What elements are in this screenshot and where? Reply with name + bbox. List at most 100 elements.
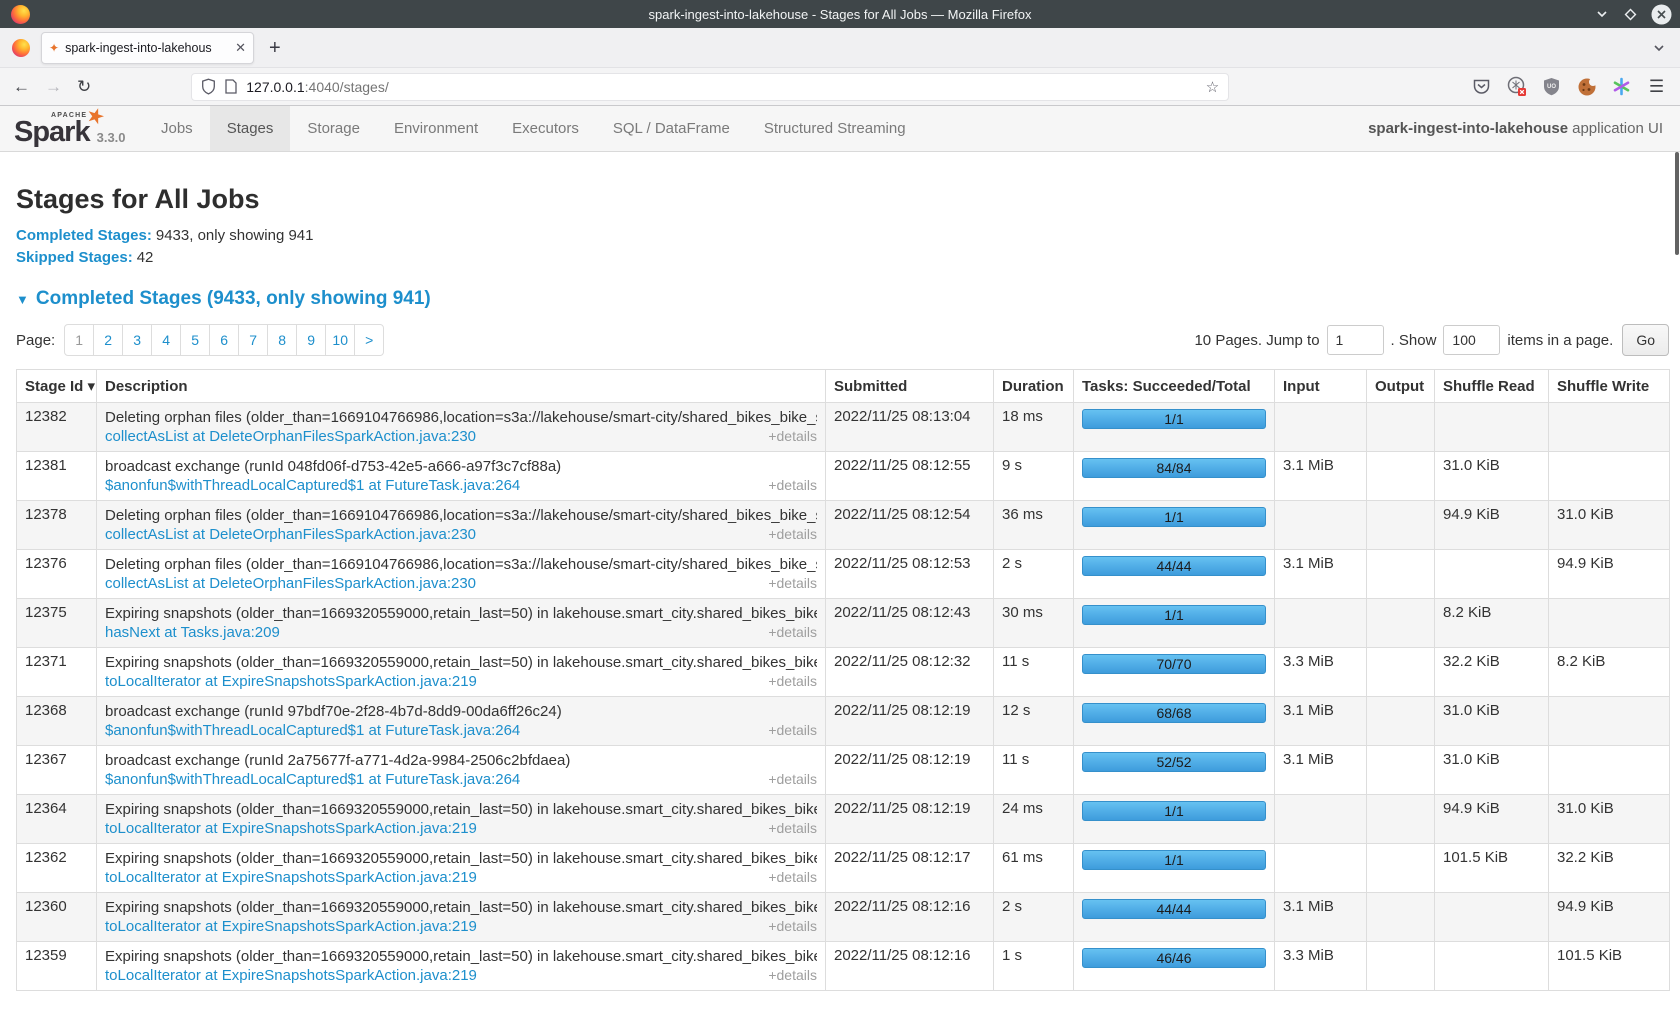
- shield-icon[interactable]: [201, 78, 216, 95]
- stage-callsite-link[interactable]: toLocalIterator at ExpireSnapshotsSparkA…: [105, 672, 477, 691]
- table-header-row: Stage Id ▾DescriptionSubmittedDurationTa…: [17, 370, 1670, 403]
- page-button-5[interactable]: 5: [180, 324, 210, 356]
- details-toggle[interactable]: +details: [768, 476, 817, 495]
- details-toggle[interactable]: +details: [768, 917, 817, 936]
- page-button-9[interactable]: 9: [296, 324, 326, 356]
- details-toggle[interactable]: +details: [768, 574, 817, 593]
- stage-callsite-link[interactable]: hasNext at Tasks.java:209: [105, 623, 280, 642]
- page-info-icon[interactable]: [225, 79, 237, 94]
- spark-logo[interactable]: APACHE Spark ★ 3.3.0: [0, 106, 122, 151]
- details-toggle[interactable]: +details: [768, 819, 817, 838]
- stage-callsite-link[interactable]: collectAsList at DeleteOrphanFilesSparkA…: [105, 574, 476, 593]
- cookie-icon[interactable]: [1576, 76, 1597, 97]
- completed-stages-section-header[interactable]: ▼ Completed Stages (9433, only showing 9…: [16, 288, 1669, 310]
- jump-to-page-input[interactable]: [1327, 325, 1384, 355]
- page-content: Stages for All Jobs Completed Stages:943…: [16, 184, 1669, 991]
- new-tab-button[interactable]: +: [269, 38, 281, 58]
- column-header[interactable]: Duration: [994, 370, 1074, 403]
- close-icon[interactable]: [1651, 4, 1672, 25]
- svg-text:UO: UO: [1547, 84, 1556, 90]
- column-header[interactable]: Shuffle Write: [1549, 370, 1670, 403]
- stage-callsite-link[interactable]: toLocalIterator at ExpireSnapshotsSparkA…: [105, 917, 477, 936]
- stage-callsite-link[interactable]: $anonfun$withThreadLocalCaptured$1 at Fu…: [105, 770, 520, 789]
- nav-item-structured-streaming[interactable]: Structured Streaming: [747, 106, 923, 151]
- reload-button[interactable]: ↻: [77, 78, 91, 95]
- minimize-icon[interactable]: [1594, 6, 1610, 22]
- page-button-10[interactable]: 10: [325, 324, 355, 356]
- list-tabs-chevron-icon[interactable]: [1651, 40, 1667, 56]
- url-bar[interactable]: 127.0.0.1:4040/stages/ ☆: [191, 73, 1229, 101]
- shuffle-write-cell: 31.0 KiB: [1549, 795, 1670, 844]
- ublock-shield-icon[interactable]: UO: [1541, 76, 1562, 97]
- page-button-1[interactable]: 1: [64, 324, 94, 356]
- duration-cell: 2 s: [994, 550, 1074, 599]
- stage-callsite-link[interactable]: $anonfun$withThreadLocalCaptured$1 at Fu…: [105, 476, 520, 495]
- nav-item-executors[interactable]: Executors: [495, 106, 596, 151]
- column-header[interactable]: Submitted: [826, 370, 994, 403]
- details-toggle[interactable]: +details: [768, 770, 817, 789]
- table-row: 12368broadcast exchange (runId 97bdf70e-…: [17, 697, 1670, 746]
- maximize-icon[interactable]: [1623, 7, 1638, 22]
- browser-tab[interactable]: ✦ spark-ingest-into-lakehous ✕: [41, 32, 254, 64]
- column-header[interactable]: Description: [97, 370, 826, 403]
- input-cell: [1275, 795, 1367, 844]
- submitted-cell: 2022/11/25 08:12:17: [826, 844, 994, 893]
- pocket-icon[interactable]: [1471, 76, 1492, 97]
- details-toggle[interactable]: +details: [768, 623, 817, 642]
- application-name: spark-ingest-into-lakehouse: [1368, 120, 1568, 137]
- page-button-4[interactable]: 4: [151, 324, 181, 356]
- column-header[interactable]: Tasks: Succeeded/Total: [1074, 370, 1275, 403]
- firefox-view-icon[interactable]: [12, 39, 30, 57]
- input-cell: 3.3 MiB: [1275, 648, 1367, 697]
- nav-item-storage[interactable]: Storage: [290, 106, 377, 151]
- column-header[interactable]: Shuffle Read: [1435, 370, 1549, 403]
- column-header[interactable]: Output: [1367, 370, 1435, 403]
- stage-callsite-link[interactable]: $anonfun$withThreadLocalCaptured$1 at Fu…: [105, 721, 520, 740]
- details-toggle[interactable]: +details: [768, 427, 817, 446]
- column-header[interactable]: Input: [1275, 370, 1367, 403]
- column-header[interactable]: Stage Id ▾: [17, 370, 97, 403]
- page-button-8[interactable]: 8: [267, 324, 297, 356]
- input-cell: 3.1 MiB: [1275, 697, 1367, 746]
- duration-cell: 18 ms: [994, 403, 1074, 452]
- page-button-2[interactable]: 2: [93, 324, 123, 356]
- forward-button[interactable]: →: [45, 78, 62, 95]
- stage-callsite-link[interactable]: collectAsList at DeleteOrphanFilesSparkA…: [105, 525, 476, 544]
- shuffle-read-cell: 94.9 KiB: [1435, 795, 1549, 844]
- items-per-page-input[interactable]: [1443, 325, 1500, 355]
- details-toggle[interactable]: +details: [768, 868, 817, 887]
- nav-item-sql-dataframe[interactable]: SQL / DataFrame: [596, 106, 747, 151]
- back-button[interactable]: ←: [13, 78, 30, 95]
- stage-callsite-link[interactable]: collectAsList at DeleteOrphanFilesSparkA…: [105, 427, 476, 446]
- extension-badge-icon[interactable]: [1506, 76, 1527, 97]
- details-toggle[interactable]: +details: [768, 966, 817, 985]
- stage-description-sub: toLocalIterator at ExpireSnapshotsSparkA…: [105, 672, 817, 691]
- description-cell: Deleting orphan files (older_than=166910…: [97, 550, 826, 599]
- page-button-3[interactable]: 3: [122, 324, 152, 356]
- nav-item-environment[interactable]: Environment: [377, 106, 495, 151]
- stage-callsite-link[interactable]: toLocalIterator at ExpireSnapshotsSparkA…: [105, 819, 477, 838]
- details-toggle[interactable]: +details: [768, 672, 817, 691]
- stage-callsite-link[interactable]: toLocalIterator at ExpireSnapshotsSparkA…: [105, 966, 477, 985]
- page-button-7[interactable]: 7: [238, 324, 268, 356]
- stage-description: broadcast exchange (runId 048fd06f-d753-…: [105, 457, 817, 476]
- output-cell: [1367, 648, 1435, 697]
- nav-item-stages[interactable]: Stages: [210, 106, 291, 151]
- tab-close-icon[interactable]: ✕: [235, 41, 246, 54]
- details-toggle[interactable]: +details: [768, 525, 817, 544]
- bookmark-star-icon[interactable]: ☆: [1206, 78, 1219, 96]
- details-toggle[interactable]: +details: [768, 721, 817, 740]
- menu-hamburger-icon[interactable]: ☰: [1646, 76, 1667, 97]
- stage-callsite-link[interactable]: toLocalIterator at ExpireSnapshotsSparkA…: [105, 868, 477, 887]
- page-button->[interactable]: >: [354, 324, 384, 356]
- scrollbar-thumb[interactable]: [1675, 152, 1679, 255]
- shuffle-write-cell: [1549, 452, 1670, 501]
- nav-item-jobs[interactable]: Jobs: [144, 106, 210, 151]
- url-path: :4040/stages/: [305, 79, 389, 95]
- duration-cell: 2 s: [994, 893, 1074, 942]
- asterisk-extension-icon[interactable]: [1611, 76, 1632, 97]
- go-button[interactable]: Go: [1622, 324, 1669, 356]
- stage-id-cell: 12375: [17, 599, 97, 648]
- page-button-6[interactable]: 6: [209, 324, 239, 356]
- tasks-cell: 52/52: [1074, 746, 1275, 795]
